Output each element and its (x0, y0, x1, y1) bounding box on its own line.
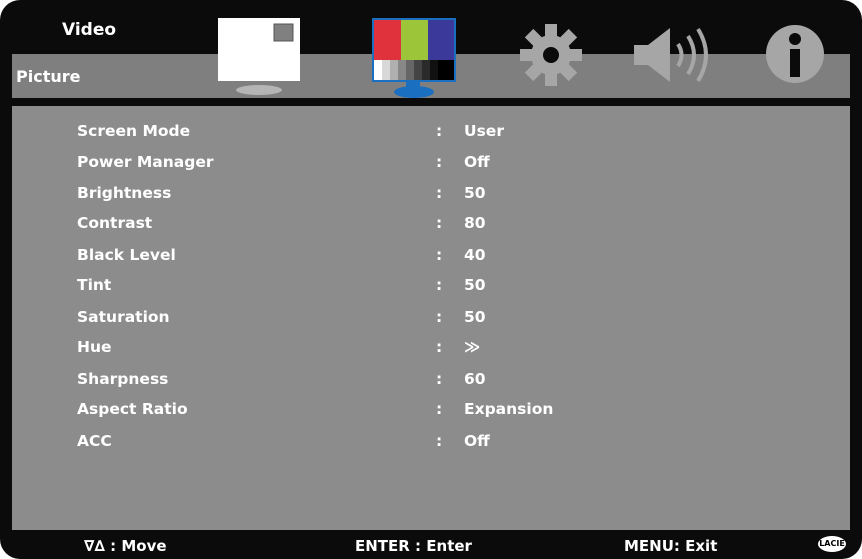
setting-row-hue[interactable]: Hue : ≫ (12, 334, 850, 362)
speaker-icon (634, 27, 708, 83)
setting-label: Brightness (77, 184, 172, 202)
setting-separator: : (436, 432, 443, 450)
section-title: Picture (16, 67, 81, 86)
setting-separator: : (436, 122, 443, 140)
setting-separator: : (436, 338, 443, 356)
setting-label: ACC (77, 432, 112, 450)
setting-row-tint[interactable]: Tint : 50 (12, 272, 850, 300)
setting-label: Black Level (77, 246, 176, 264)
setting-value: 50 (464, 308, 486, 326)
setting-label: Contrast (77, 214, 153, 232)
setting-separator: : (436, 308, 443, 326)
setting-separator: : (436, 276, 443, 294)
tab-picture[interactable] (218, 18, 300, 98)
setting-separator: : (436, 246, 443, 264)
submenu-arrow-icon: ≫ (464, 338, 481, 356)
setting-separator: : (436, 153, 443, 171)
setting-value: 50 (464, 276, 486, 294)
setting-separator: : (436, 214, 443, 232)
setting-label: Hue (77, 338, 112, 356)
setting-row-saturation[interactable]: Saturation : 50 (12, 304, 850, 332)
tab-setup[interactable] (518, 22, 584, 88)
hint-move: ∇∆ : Move (84, 537, 167, 555)
setting-value: Off (464, 432, 490, 450)
tab-info[interactable] (765, 24, 825, 84)
setting-separator: : (436, 370, 443, 388)
setting-row-power-manager[interactable]: Power Manager : Off (12, 149, 850, 177)
setting-label: Power Manager (77, 153, 214, 171)
setting-row-contrast[interactable]: Contrast : 80 (12, 210, 850, 238)
setting-row-brightness[interactable]: Brightness : 50 (12, 180, 850, 208)
setting-value: Expansion (464, 400, 554, 418)
info-icon (766, 25, 824, 83)
setting-value: 40 (464, 246, 486, 264)
footer-hints: ∇∆ : Move ENTER : Enter MENU: Exit (0, 531, 862, 559)
settings-panel: Screen Mode : User Power Manager : Off B… (12, 106, 850, 530)
setting-value: 50 (464, 184, 486, 202)
hint-exit: MENU: Exit (624, 537, 718, 555)
setting-separator: : (436, 184, 443, 202)
setting-row-sharpness[interactable]: Sharpness : 60 (12, 366, 850, 394)
gear-icon (520, 24, 582, 86)
setting-label: Screen Mode (77, 122, 191, 140)
setting-value: User (464, 122, 504, 140)
tab-audio[interactable] (632, 24, 716, 86)
tab-color[interactable] (372, 18, 456, 100)
setting-row-aspect-ratio[interactable]: Aspect Ratio : Expansion (12, 396, 850, 424)
setting-label: Aspect Ratio (77, 400, 188, 418)
setting-label: Saturation (77, 308, 170, 326)
setting-row-black-level[interactable]: Black Level : 40 (12, 242, 850, 270)
setting-value: 60 (464, 370, 486, 388)
lacie-logo: LACIE (818, 536, 846, 552)
menu-title: Video (62, 20, 117, 40)
setting-label: Tint (77, 276, 112, 294)
setting-row-screen-mode[interactable]: Screen Mode : User (12, 118, 850, 146)
monitor-white-icon (218, 18, 300, 95)
hint-enter: ENTER : Enter (355, 537, 472, 555)
setting-label: Sharpness (77, 370, 169, 388)
color-bars-monitor-icon (372, 18, 456, 98)
setting-value: Off (464, 153, 490, 171)
setting-value: 80 (464, 214, 486, 232)
setting-row-acc[interactable]: ACC : Off (12, 428, 850, 456)
setting-separator: : (436, 400, 443, 418)
osd-window: Video Picture Screen Mode: User Power M… (0, 0, 862, 559)
